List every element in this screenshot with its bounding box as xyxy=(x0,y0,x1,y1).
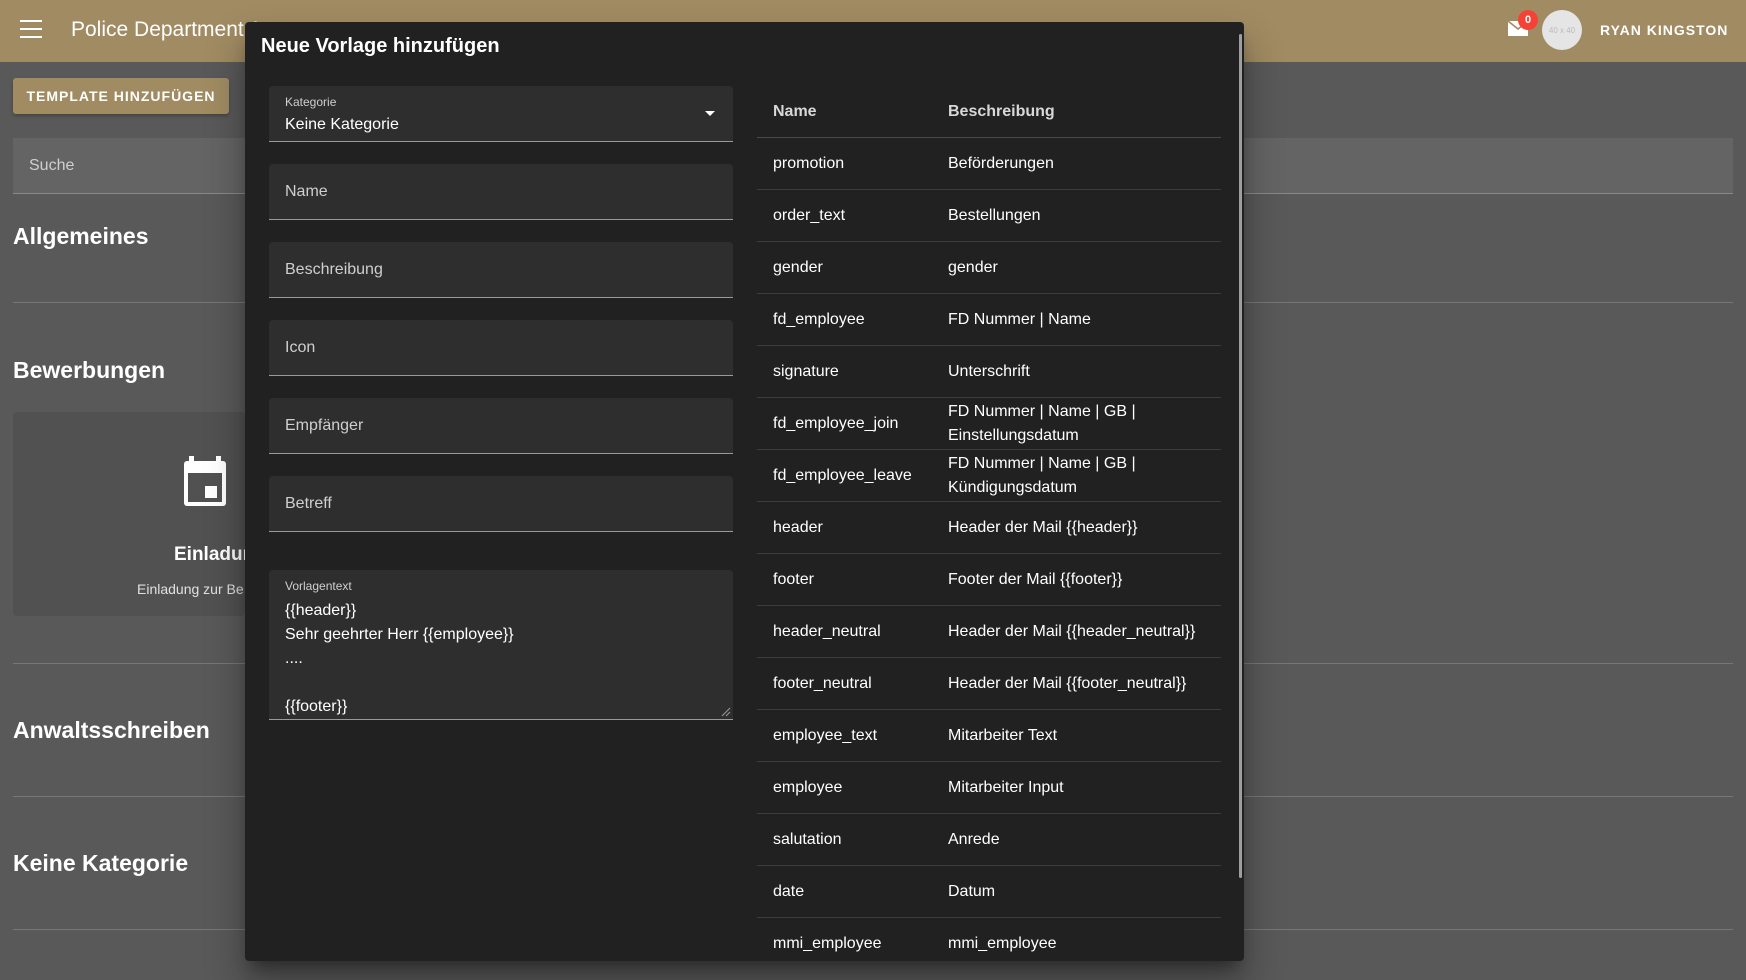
variable-description: FD Nummer | Name | GB | Einstellungsdatu… xyxy=(948,403,1136,444)
category-value: Keine Kategorie xyxy=(285,116,399,133)
template-text-content: {{header}} Sehr geehrter Herr {{employee… xyxy=(285,599,514,719)
icon-label: Icon xyxy=(285,339,316,356)
icon-input[interactable]: Icon xyxy=(269,320,733,376)
table-row: header_neutral Header der Mail {{header_n… xyxy=(757,606,1221,658)
variable-description: FD Nummer | Name | GB | Kündigungsdatum xyxy=(948,455,1136,496)
description-input[interactable]: Beschreibung xyxy=(269,242,733,298)
recipient-input[interactable]: Empfänger xyxy=(269,398,733,454)
variable-description: FD Nummer | Name xyxy=(948,311,1091,328)
template-text-line: Sehr geehrter Herr {{employee}} xyxy=(285,626,514,643)
category-select[interactable]: Kategorie Keine Kategorie xyxy=(269,86,733,142)
chevron-down-icon[interactable] xyxy=(705,111,715,116)
template-text-textarea[interactable]: Vorlagentext {{header}} Sehr geehrter He… xyxy=(269,570,733,720)
variable-description: Mitarbeiter Text xyxy=(948,727,1058,744)
table-row: footer Footer der Mail {{footer}} xyxy=(757,554,1221,606)
variable-name: footer_neutral xyxy=(773,675,872,692)
column-header-name: Name xyxy=(773,103,817,120)
variable-name: header_neutral xyxy=(773,623,881,640)
variable-name: fd_employee_leave xyxy=(773,467,912,484)
variable-name: salutation xyxy=(773,831,842,848)
variable-name: header xyxy=(773,519,823,536)
search-label: Suche xyxy=(29,157,75,174)
name-label: Name xyxy=(285,183,328,200)
category-label: Kategorie xyxy=(285,95,337,109)
variable-description: Header der Mail {{footer_neutral}} xyxy=(948,675,1187,692)
table-row: employee_text Mitarbeiter Text xyxy=(757,710,1221,762)
table-row: footer_neutral Header der Mail {{footer_n… xyxy=(757,658,1221,710)
menu-icon[interactable] xyxy=(20,20,42,38)
template-text-line xyxy=(285,671,514,695)
variable-name: gender xyxy=(773,259,823,276)
variable-description: Unterschrift xyxy=(948,363,1030,380)
variable-description: Bestellungen xyxy=(948,207,1041,224)
variable-name: fd_employee_join xyxy=(773,415,899,432)
variable-description: Mitarbeiter Input xyxy=(948,779,1064,796)
variable-name: date xyxy=(773,883,805,900)
section-title-general: Allgemeines xyxy=(13,223,149,249)
add-template-button[interactable]: TEMPLATE HINZUFÜGEN xyxy=(13,78,229,114)
notification-badge: 0 xyxy=(1518,10,1538,30)
variable-name: signature xyxy=(773,363,839,380)
app-title: Police Department A xyxy=(71,18,263,41)
recipient-label: Empfänger xyxy=(285,417,364,434)
variable-description: Anrede xyxy=(948,831,1000,848)
avatar[interactable]: 40 x 40 xyxy=(1542,10,1582,50)
variable-description: mmi_employee xyxy=(948,935,1057,952)
variable-name: fd_employee xyxy=(773,311,865,328)
table-header: Name Beschreibung xyxy=(757,86,1221,138)
variable-name: order_text xyxy=(773,207,846,224)
template-text-line: .... xyxy=(285,650,303,667)
template-text-label: Vorlagentext xyxy=(285,579,352,593)
section-title-no-category: Keine Kategorie xyxy=(13,850,189,876)
variable-description: Datum xyxy=(948,883,996,900)
table-row: employee Mitarbeiter Input xyxy=(757,762,1221,814)
subject-input[interactable]: Betreff xyxy=(269,476,733,532)
column-header-description: Beschreibung xyxy=(948,103,1055,120)
resize-handle-icon[interactable] xyxy=(721,707,731,717)
card-title: Einladun xyxy=(174,544,255,565)
table-row: fd_employee FD Nummer | Name xyxy=(757,294,1221,346)
dialog-scrollbar[interactable] xyxy=(1239,34,1242,878)
variable-description: Header der Mail {{header}} xyxy=(948,519,1138,536)
table-row: header Header der Mail {{header}} xyxy=(757,502,1221,554)
variable-name: mmi_employee xyxy=(773,935,882,952)
table-row: fd_employee_join FD Nummer | Name | GB | … xyxy=(757,398,1221,450)
table-row: order_text Bestellungen xyxy=(757,190,1221,242)
variable-name: footer xyxy=(773,571,814,588)
variable-description: Header der Mail {{header_neutral}} xyxy=(948,623,1196,640)
variables-table: Name Beschreibung promotion Beförderungen… xyxy=(757,86,1221,961)
table-row: gender gender xyxy=(757,242,1221,294)
variable-name: employee xyxy=(773,779,843,796)
username[interactable]: RYAN KINGSTON xyxy=(1600,22,1728,38)
template-text-line: {{header}} xyxy=(285,602,357,619)
card-subtitle: Einladung zur Be xyxy=(137,581,244,597)
description-label: Beschreibung xyxy=(285,261,383,278)
section-title-applications: Bewerbungen xyxy=(13,357,166,383)
name-input[interactable]: Name xyxy=(269,164,733,220)
variable-description: Beförderungen xyxy=(948,155,1054,172)
dialog-title: Neue Vorlage hinzufügen xyxy=(261,35,500,57)
table-row: salutation Anrede xyxy=(757,814,1221,866)
table-row: signature Unterschrift xyxy=(757,346,1221,398)
table-row: promotion Beförderungen xyxy=(757,138,1221,190)
subject-label: Betreff xyxy=(285,495,332,512)
variable-name: employee_text xyxy=(773,727,878,744)
variable-description: Footer der Mail {{footer}} xyxy=(948,571,1123,588)
table-row: mmi_employee mmi_employee xyxy=(757,918,1221,961)
template-text-line: {{footer}} xyxy=(285,698,348,715)
calendar-icon xyxy=(184,456,226,506)
table-row: date Datum xyxy=(757,866,1221,918)
section-title-lawyer-letters: Anwaltsschreiben xyxy=(13,717,210,743)
add-template-dialog: Neue Vorlage hinzufügen Kategorie Keine … xyxy=(245,22,1244,961)
table-row: fd_employee_leave FD Nummer | Name | GB |… xyxy=(757,450,1221,502)
variable-name: promotion xyxy=(773,155,845,172)
variable-description: gender xyxy=(948,259,998,276)
